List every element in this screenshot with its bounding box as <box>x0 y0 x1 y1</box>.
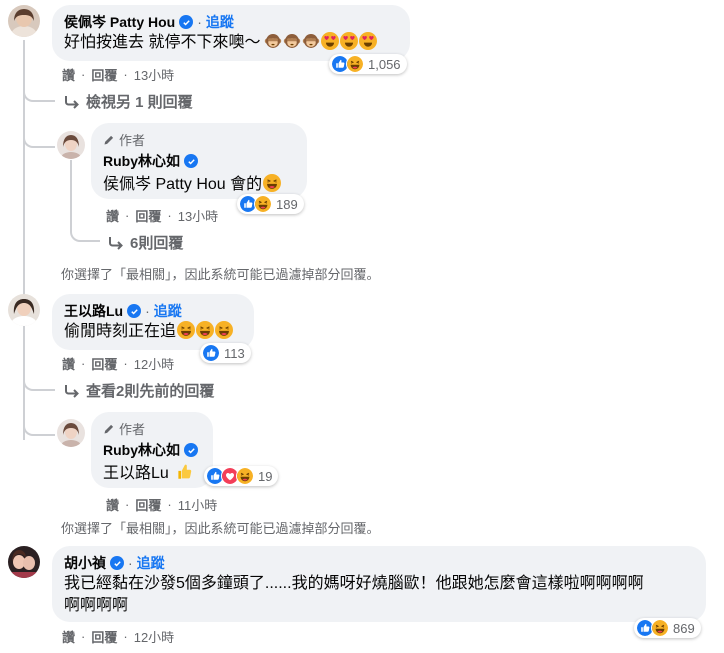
haha-reaction-icon <box>346 55 364 73</box>
follow-button[interactable]: 追蹤 <box>206 12 234 32</box>
avatar[interactable] <box>57 419 85 447</box>
heart-eyes-emoji-icon <box>321 32 339 50</box>
haha-reaction-icon <box>651 619 669 637</box>
verified-badge-icon <box>127 304 142 318</box>
thread-connector <box>23 82 55 102</box>
comment-text: 好怕按進去 就停不下來噢～ <box>64 32 398 54</box>
timestamp[interactable]: 13小時 <box>134 65 174 84</box>
like-reaction-icon <box>202 344 220 362</box>
heart-eyes-emoji-icon <box>340 32 358 50</box>
pencil-icon <box>104 424 114 433</box>
reply-text: 王以路Lu <box>103 463 201 485</box>
reply-button[interactable]: 回覆 <box>135 495 161 514</box>
comment-text: 偷閒時刻正在追 <box>64 321 242 343</box>
reply-button[interactable]: 回覆 <box>91 354 117 373</box>
avatar[interactable] <box>57 131 85 159</box>
view-more-replies-link[interactable]: 檢視另 1 則回覆 <box>64 91 193 112</box>
thread-line <box>70 160 72 223</box>
comment-bubble: 胡小禎 · 追蹤 我已經黏在沙發5個多鐘頭了......我的媽呀好燒腦歐！他跟她… <box>52 546 706 622</box>
timestamp[interactable]: 13小時 <box>178 206 218 225</box>
verified-badge-icon <box>110 556 124 570</box>
follow-button[interactable]: 追蹤 <box>154 301 182 321</box>
timestamp[interactable]: 11小時 <box>178 495 218 514</box>
haha-reaction-icon <box>254 195 272 213</box>
verified-badge-icon <box>184 154 198 168</box>
pencil-icon <box>104 135 114 144</box>
reply-arrow-icon <box>65 95 79 109</box>
reply-bubble: 作者 Ruby林心如 侯佩岑 Patty Hou 會的 <box>91 123 307 199</box>
commenter-name[interactable]: Ruby林心如 <box>103 440 180 460</box>
reply-arrow-icon <box>65 384 79 398</box>
reaction-count: 1,056 <box>368 56 401 72</box>
more-replies-link[interactable]: 6則回覆 <box>108 232 183 253</box>
like-button[interactable]: 讚 <box>106 495 119 514</box>
commenter-name[interactable]: 胡小禎 <box>64 553 106 573</box>
commenter-name[interactable]: Ruby林心如 <box>103 151 180 171</box>
commenter-name[interactable]: 王以路Lu <box>64 301 123 321</box>
thread-connector <box>23 399 55 436</box>
thread-connector <box>70 222 100 242</box>
laughing-emoji-icon <box>196 321 214 339</box>
laughing-emoji-icon <box>177 321 195 339</box>
comment-text-line: 我已經黏在沙發5個多鐘頭了......我的媽呀好燒腦歐！他跟她怎麼會這樣啦啊啊啊… <box>64 575 644 592</box>
reaction-summary[interactable]: 869 <box>634 618 701 638</box>
reply-actions: 讚 · 回覆 · 11小時 <box>106 495 218 514</box>
filter-note: 你選擇了「最相關」，因此系統可能已過濾掉部分回覆。 <box>61 521 380 536</box>
monkey-emoji-icon <box>283 32 301 50</box>
comment-actions: 讚 · 回覆 · 12小時 <box>62 354 175 373</box>
reaction-count: 19 <box>258 468 273 484</box>
author-tag: 作者 <box>103 419 201 438</box>
timestamp[interactable]: 12小時 <box>134 354 174 373</box>
like-button[interactable]: 讚 <box>106 206 119 225</box>
comment-bubble: 侯佩岑 Patty Hou · 追蹤 好怕按進去 就停不下來噢～ <box>52 5 410 61</box>
follow-button[interactable]: 追蹤 <box>137 553 165 573</box>
haha-reaction-icon <box>236 467 254 485</box>
verified-badge-icon <box>184 443 198 457</box>
reply-button[interactable]: 回覆 <box>91 65 117 84</box>
laughing-emoji-icon <box>215 321 233 339</box>
like-button[interactable]: 讚 <box>62 354 75 373</box>
avatar[interactable] <box>8 294 40 326</box>
monkey-emoji-icon <box>302 32 320 50</box>
reaction-count: 869 <box>673 620 695 636</box>
comment-actions: 讚 · 回覆 · 13小時 <box>62 65 175 84</box>
like-button[interactable]: 讚 <box>62 627 75 646</box>
reply-actions: 讚 · 回覆 · 13小時 <box>106 206 219 225</box>
reply-button[interactable]: 回覆 <box>135 206 161 225</box>
reaction-count: 189 <box>276 196 298 212</box>
reaction-summary[interactable]: 19 <box>204 466 279 486</box>
heart-eyes-emoji-icon <box>359 32 377 50</box>
comment-actions: 讚 · 回覆 · 12小時 <box>62 627 175 646</box>
timestamp[interactable]: 12小時 <box>134 627 174 646</box>
thumbs-up-emoji-icon <box>175 463 193 481</box>
view-previous-replies-link[interactable]: 查看2則先前的回覆 <box>64 380 214 401</box>
reply-bubble: 作者 Ruby林心如 王以路Lu <box>91 412 213 488</box>
reply-button[interactable]: 回覆 <box>91 627 117 646</box>
reaction-summary[interactable]: 113 <box>200 343 251 363</box>
filter-note: 你選擇了「最相關」，因此系統可能已過濾掉部分回覆。 <box>61 267 380 282</box>
reaction-count: 113 <box>224 345 245 361</box>
thread-connector <box>23 371 55 391</box>
commenter-name[interactable]: 侯佩岑 Patty Hou <box>64 12 175 32</box>
monkey-emoji-icon <box>264 32 282 50</box>
reply-arrow-icon <box>109 236 123 250</box>
avatar[interactable] <box>8 546 40 578</box>
verified-badge-icon <box>179 15 194 29</box>
laughing-emoji-icon <box>263 174 281 192</box>
reaction-summary[interactable]: 189 <box>237 194 304 214</box>
author-tag: 作者 <box>103 130 295 149</box>
reaction-summary[interactable]: 1,056 <box>329 54 407 74</box>
comment-text-line: 啊啊啊啊 <box>64 597 129 614</box>
reply-text: 侯佩岑 Patty Hou 會的 <box>103 174 295 196</box>
comment-bubble: 王以路Lu · 追蹤 偷閒時刻正在追 <box>52 294 254 350</box>
like-button[interactable]: 讚 <box>62 65 75 84</box>
avatar[interactable] <box>8 5 40 37</box>
thread-connector <box>23 110 55 148</box>
